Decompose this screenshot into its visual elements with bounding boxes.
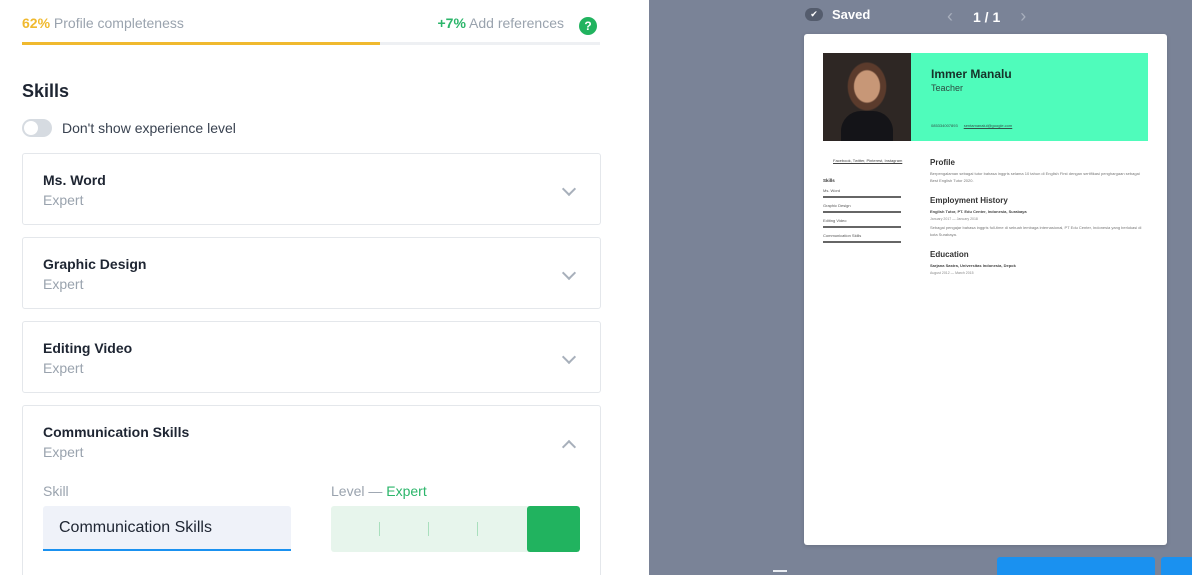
skill-level: Expert [43, 444, 84, 460]
chevron-down-icon[interactable] [561, 265, 577, 281]
chevron-down-icon[interactable] [561, 181, 577, 197]
level-label-text: Level — [331, 483, 387, 499]
level-option-1[interactable] [331, 506, 380, 552]
resume-employment-role: English Tutor, PT. Edu Center, Indonesia… [930, 209, 1027, 214]
skill-name: Editing Video [43, 340, 133, 356]
level-option-2[interactable] [380, 506, 429, 552]
resume-header: Immer Manalu Teacher 085334007893 sentama… [823, 53, 1148, 141]
check-icon: ✔ [805, 8, 823, 21]
skill-level: Expert [43, 276, 84, 292]
profile-completeness-row: 62% Profile completeness +7% Add referen… [22, 15, 600, 35]
skill-card-editing-video[interactable]: Editing Video Expert [22, 321, 601, 393]
hint-plus-percent: +7% [437, 15, 466, 31]
completeness-label: Profile completeness [53, 15, 184, 31]
level-field-label: Level — Expert [331, 483, 427, 499]
help-icon[interactable]: ? [579, 17, 597, 35]
resume-profile-section: Profile Berpengalaman sebagai tutor baha… [930, 158, 1148, 184]
completeness-percent: 62% [22, 15, 51, 31]
skill-field-label: Skill [43, 483, 69, 499]
resume-skill: Communication Skills [823, 233, 862, 238]
more-options-button[interactable] [1161, 557, 1192, 575]
resume-skill-bar [823, 241, 901, 243]
resume-skill: Editing Video [823, 218, 847, 223]
skill-card-communication-skills-expanded: Communication Skills Expert Skill Level … [22, 405, 601, 575]
experience-level-toggle-row: Don't show experience level [22, 118, 236, 138]
saved-status: ✔ Saved [805, 7, 870, 22]
hint-label: Add references [469, 15, 564, 31]
skill-name-input[interactable] [43, 506, 291, 551]
completeness-status: 62% Profile completeness [22, 15, 184, 31]
layout-icon[interactable] [773, 570, 787, 573]
resume-skill-bar [823, 226, 901, 228]
skill-name: Ms. Word [43, 172, 106, 188]
add-references-hint[interactable]: +7% Add references [438, 15, 565, 31]
resume-skill-bar [823, 196, 901, 198]
resume-name: Immer Manalu [931, 67, 1012, 81]
resume-skill-bar [823, 211, 901, 213]
resume-email: sentamanalul@google.com [963, 123, 1013, 128]
experience-level-selector [331, 506, 580, 552]
download-button[interactable] [997, 557, 1155, 575]
resume-page[interactable]: Immer Manalu Teacher 085334007893 sentama… [804, 34, 1167, 545]
resume-employment-heading: Employment History [930, 196, 1008, 205]
resume-education-dates: August 2012 — March 2015 [930, 271, 974, 275]
resume-phone: 085334007893 [931, 123, 958, 128]
resume-skill: Ms. Word [823, 188, 841, 193]
resume-sidebar: Facebook, Twitter, Pinterest, Instagram … [823, 158, 905, 243]
saved-label: Saved [832, 7, 871, 22]
chevron-down-icon[interactable] [561, 349, 577, 365]
chevron-right-icon[interactable]: › [1020, 6, 1026, 27]
resume-job-title: Teacher [931, 83, 964, 93]
hide-experience-toggle[interactable] [22, 119, 52, 137]
hide-experience-label: Don't show experience level [62, 120, 236, 136]
resume-education-section: Education Sarjana Sastra, Universitas In… [930, 250, 1148, 275]
resume-contact: 085334007893 sentamanalul@google.com [931, 123, 1012, 128]
skill-level: Expert [43, 192, 84, 208]
resume-employment-section: Employment History English Tutor, PT. Ed… [930, 196, 1148, 238]
profile-photo [823, 53, 911, 141]
skill-card-graphic-design[interactable]: Graphic Design Expert [22, 237, 601, 309]
chevron-up-icon[interactable] [561, 439, 577, 455]
chevron-left-icon[interactable]: ‹ [947, 6, 953, 27]
completeness-progress-bar [22, 42, 600, 45]
level-option-3[interactable] [429, 506, 478, 552]
resume-skills-heading: Skills [823, 178, 835, 183]
resume-editor-pane: 62% Profile completeness +7% Add referen… [0, 0, 649, 575]
skill-name: Communication Skills [43, 424, 190, 440]
level-option-4[interactable] [478, 506, 527, 552]
page-navigator: ‹ 1 / 1 › [947, 6, 1026, 27]
skill-name: Graphic Design [43, 256, 147, 272]
resume-skill: Graphic Design [823, 203, 851, 208]
resume-social-links: Facebook, Twitter, Pinterest, Instagram [833, 158, 903, 163]
completeness-progress-fill [22, 42, 381, 45]
page-indicator: 1 / 1 [973, 8, 1001, 25]
resume-main: Profile Berpengalaman sebagai tutor baha… [930, 158, 1148, 287]
resume-education-heading: Education [930, 250, 969, 259]
skill-card-ms-word[interactable]: Ms. Word Expert [22, 153, 601, 225]
level-option-5[interactable] [527, 506, 580, 552]
resume-employment-dates: January 2017 — January 2018 [930, 217, 978, 221]
skills-section-title: Skills [22, 81, 70, 101]
resume-preview-pane: ✔ Saved ‹ 1 / 1 › Immer Manalu Teacher 0… [649, 0, 1192, 575]
resume-profile-heading: Profile [930, 158, 955, 167]
resume-education-degree: Sarjana Sastra, Universitas Indonesia, D… [930, 263, 1016, 268]
skill-level: Expert [43, 360, 84, 376]
resume-employment-desc: Sebagai pengajar bahasa inggris full-tim… [930, 225, 1142, 237]
level-value-text: Expert [386, 483, 427, 499]
resume-profile-text: Berpengalaman sebagai tutor bahasa inggr… [930, 171, 1140, 183]
